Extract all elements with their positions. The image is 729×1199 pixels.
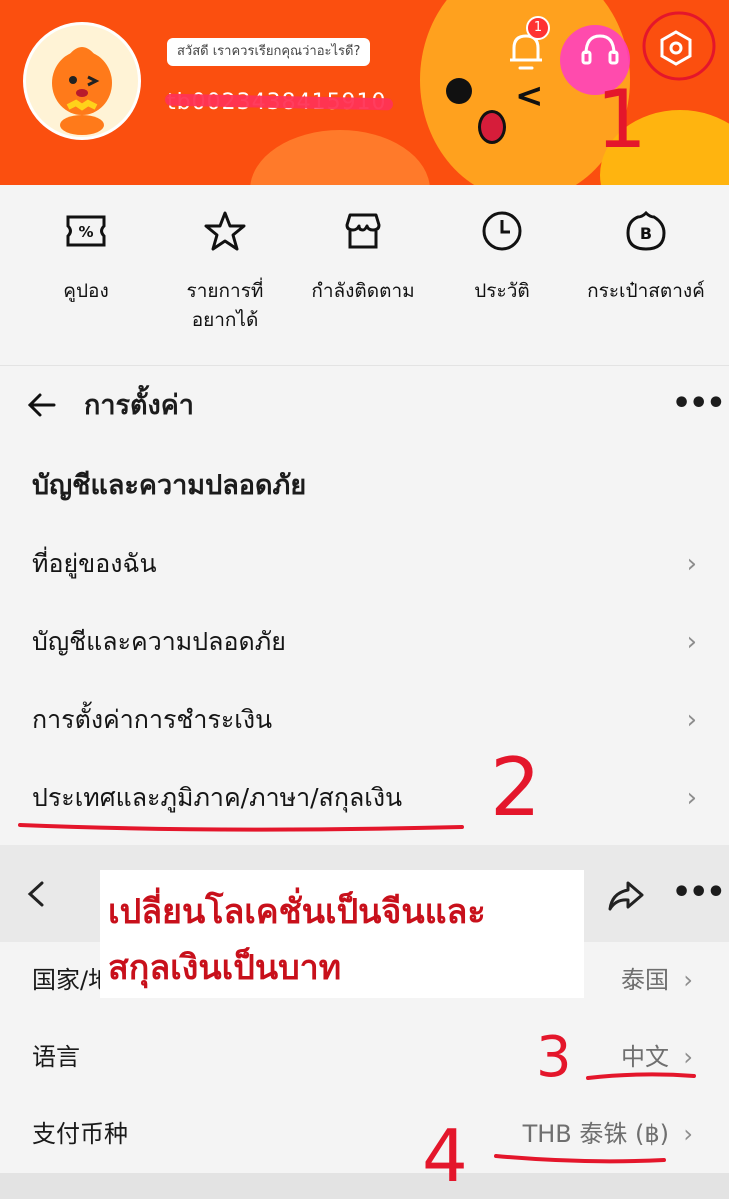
chevron-right-icon: › <box>686 627 697 657</box>
chevron-right-icon: › <box>686 783 697 813</box>
quick-link-label: กำลังติดตาม <box>311 280 415 302</box>
annotation-note: เปลี่ยนโลเคชั่นเป็นจีนและ สกุลเงินเป็นบา… <box>100 870 584 998</box>
quick-link-label: คูปอง <box>63 280 109 302</box>
profile-header: < สวัสดี เราควรเรียกคุณว่าอะไรดี? tb0023… <box>0 0 729 185</box>
decor-circle <box>250 130 430 185</box>
mascot-mouth <box>478 110 506 144</box>
annotation-underline <box>18 823 464 832</box>
annotation-number-4: 4 <box>422 1114 468 1198</box>
section-header: บัญชีและความปลอดภัย <box>32 470 307 501</box>
svg-text:B: B <box>640 224 652 243</box>
quick-link-label: ประวัติ <box>474 280 530 302</box>
quick-link-wishlist[interactable]: รายการที่ อยากได้ <box>160 209 290 335</box>
back-button[interactable] <box>24 879 50 913</box>
chevron-left-icon <box>27 881 44 907</box>
annotation-circle <box>642 11 716 81</box>
wallet-icon: B <box>626 210 666 251</box>
annotation-underline <box>494 1154 666 1164</box>
chevron-right-icon: › <box>683 966 693 994</box>
quick-link-history[interactable]: ประวัติ <box>437 209 567 306</box>
chevron-right-icon: › <box>683 1043 693 1071</box>
chevron-right-icon: › <box>686 705 697 735</box>
notification-badge: 1 <box>526 16 550 40</box>
quick-links: % คูปอง รายการที่ อยากได้ กำลังติดตาม ปร… <box>0 185 729 365</box>
quick-link-label: กระเป๋าสตางค์ <box>587 280 705 302</box>
customer-service-button[interactable] <box>572 22 628 78</box>
mascot-eye <box>446 78 472 104</box>
back-button[interactable] <box>26 390 56 424</box>
more-options-button[interactable]: ••• <box>672 873 726 913</box>
row-label: บัญชีและความปลอดภัย <box>32 627 286 656</box>
clock-icon <box>482 211 522 251</box>
more-icon: ••• <box>672 875 726 910</box>
star-icon <box>204 211 246 251</box>
headset-icon <box>581 34 619 65</box>
avatar[interactable] <box>23 22 141 140</box>
page-title: การตั้งค่า <box>84 390 194 421</box>
row-label: 语言 <box>32 1043 80 1071</box>
greeting-bubble[interactable]: สวัสดี เราควรเรียกคุณว่าอะไรดี? <box>167 38 371 66</box>
settings-row-payment[interactable]: การตั้งค่าการชำระเงิน › <box>0 681 729 759</box>
svg-text:%: % <box>78 223 93 241</box>
quick-link-coupon[interactable]: % คูปอง <box>21 209 151 306</box>
more-icon: ••• <box>672 386 726 421</box>
row-language[interactable]: 语言 中文 › <box>0 1019 729 1096</box>
annotation-number-2: 2 <box>490 741 541 834</box>
row-label: 支付币种 <box>32 1120 128 1148</box>
mascot-wink: < <box>515 76 544 116</box>
annotation-note-line2: สกุลเงินเป็นบาท <box>108 948 342 988</box>
annotation-number-1: 1 <box>596 73 647 166</box>
chevron-right-icon: › <box>683 1120 693 1148</box>
quick-link-wallet[interactable]: B กระเป๋าสตางค์ <box>576 209 716 306</box>
quick-link-label: รายการที่ อยากได้ <box>186 280 264 331</box>
annotation-note-line1: เปลี่ยนโลเคชั่นเป็นจีนและ <box>108 892 486 932</box>
row-value: 泰国 <box>621 966 669 994</box>
settings-row-address[interactable]: ที่อยู่ของฉัน › <box>0 525 729 603</box>
settings-panel: การตั้งค่า ••• บัญชีและความปลอดภัย ที่อย… <box>0 365 729 846</box>
arrow-left-icon <box>27 393 56 417</box>
bottom-strip <box>0 1173 729 1199</box>
row-value: 中文 <box>621 1043 669 1071</box>
store-icon <box>345 213 381 249</box>
annotation-underline <box>586 1072 696 1080</box>
annotation-number-3: 3 <box>536 1025 572 1090</box>
share-button[interactable] <box>606 879 646 917</box>
mascot-avatar-icon <box>52 47 112 135</box>
share-icon <box>608 881 644 911</box>
row-label: การตั้งค่าการชำระเงิน <box>32 705 273 734</box>
quick-link-following[interactable]: กำลังติดตาม <box>298 209 428 306</box>
coupon-icon: % <box>66 215 106 247</box>
more-options-button[interactable]: ••• <box>672 384 726 424</box>
settings-row-account-security[interactable]: บัญชีและความปลอดภัย › <box>0 603 729 681</box>
row-label: ที่อยู่ของฉัน <box>32 549 157 578</box>
chevron-right-icon: › <box>686 549 697 579</box>
